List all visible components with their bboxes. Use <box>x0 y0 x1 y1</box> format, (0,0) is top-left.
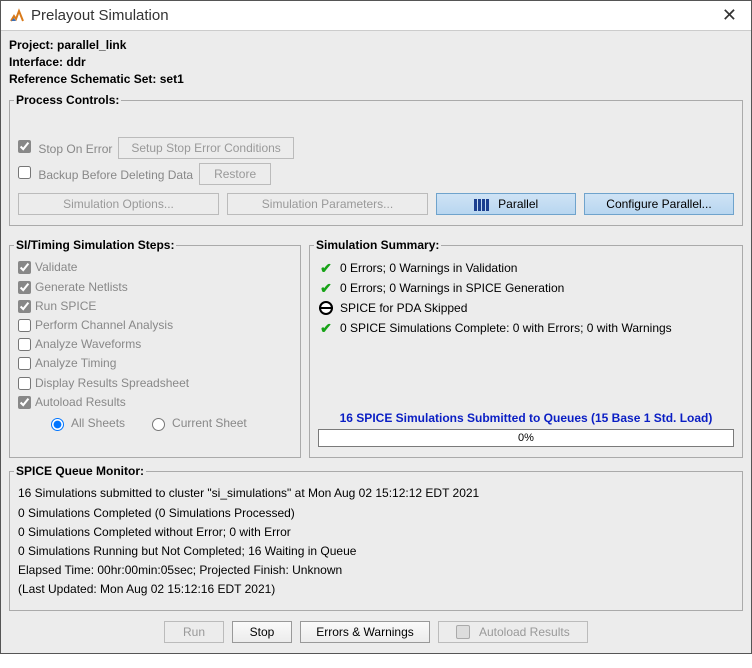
perform-channel-analysis-checkbox[interactable] <box>18 319 31 332</box>
progress-text: 0% <box>518 432 534 444</box>
validate-checkbox[interactable] <box>18 261 31 274</box>
analyze-timing-label: Analyze Timing <box>35 354 116 373</box>
interface-line: Interface: ddr <box>9 54 743 71</box>
generate-netlists-checkbox[interactable] <box>18 281 31 294</box>
autoload-results-checkbox[interactable] <box>18 396 31 409</box>
run-spice-option[interactable]: Run SPICE <box>18 297 292 316</box>
run-spice-label: Run SPICE <box>35 297 96 316</box>
submit-note: 16 SPICE Simulations Submitted to Queues… <box>318 411 734 425</box>
parallel-icon <box>474 199 489 211</box>
current-sheet-label: Current Sheet <box>172 414 247 433</box>
queue-line-2: 0 Simulations Completed (0 Simulations P… <box>18 504 734 523</box>
simulation-options-button[interactable]: Simulation Options... <box>18 193 219 215</box>
parallel-label: Parallel <box>498 197 538 211</box>
summary-group: Simulation Summary: ✔ 0 Errors; 0 Warning… <box>309 238 743 458</box>
footer-buttons: Run Stop Errors & Warnings Autoload Resu… <box>9 621 743 644</box>
autoload-results-button[interactable]: Autoload Results <box>438 621 588 644</box>
window-title: Prelayout Simulation <box>31 7 716 24</box>
queue-line-1: 16 Simulations submitted to cluster "si_… <box>18 484 734 503</box>
generate-netlists-label: Generate Netlists <box>35 278 128 297</box>
steps-group: SI/Timing Simulation Steps: Validate Gen… <box>9 238 301 458</box>
close-button[interactable]: ✕ <box>716 5 743 26</box>
analyze-waveforms-label: Analyze Waveforms <box>35 335 141 354</box>
queue-line-4: 0 Simulations Running but Not Completed;… <box>18 542 734 561</box>
progress-bar: 0% <box>318 429 734 447</box>
refset-label: Reference Schematic Set: <box>9 72 156 86</box>
queue-group: SPICE Queue Monitor: 16 Simulations subm… <box>9 464 743 610</box>
stop-button[interactable]: Stop <box>232 621 292 644</box>
current-sheet-radio[interactable] <box>152 418 165 431</box>
summary-line-1: ✔ 0 Errors; 0 Warnings in Validation <box>318 260 734 276</box>
interface-label: Interface: <box>9 55 63 69</box>
parallel-button[interactable]: Parallel <box>436 193 576 215</box>
all-sheets-label: All Sheets <box>71 414 125 433</box>
stop-on-error-option[interactable]: Stop On Error <box>18 140 112 156</box>
checkmark-icon: ✔ <box>318 280 334 296</box>
project-line: Project: parallel_link <box>9 37 743 54</box>
refset-value: set1 <box>160 72 184 86</box>
process-controls-legend: Process Controls: <box>14 93 121 107</box>
all-sheets-option[interactable]: All Sheets <box>46 414 125 433</box>
summary-legend: Simulation Summary: <box>314 238 441 252</box>
summary-text-3: SPICE for PDA Skipped <box>340 301 467 315</box>
validate-label: Validate <box>35 258 77 277</box>
refset-line: Reference Schematic Set: set1 <box>9 71 743 88</box>
display-results-label: Display Results Spreadsheet <box>35 374 189 393</box>
window-frame: Prelayout Simulation ✕ Project: parallel… <box>0 0 752 654</box>
stop-on-error-checkbox[interactable] <box>18 140 31 153</box>
analyze-timing-checkbox[interactable] <box>18 357 31 370</box>
titlebar: Prelayout Simulation ✕ <box>1 1 751 31</box>
analyze-timing-option[interactable]: Analyze Timing <box>18 354 292 373</box>
backup-before-delete-option[interactable]: Backup Before Deleting Data <box>18 166 193 182</box>
queue-line-5: Elapsed Time: 00hr:00min:05sec; Projecte… <box>18 561 734 580</box>
validate-option[interactable]: Validate <box>18 258 292 277</box>
summary-text-1: 0 Errors; 0 Warnings in Validation <box>340 261 517 275</box>
checkmark-icon: ✔ <box>318 320 334 336</box>
autoload-icon <box>456 625 470 639</box>
summary-line-4: ✔ 0 SPICE Simulations Complete: 0 with Er… <box>318 320 734 336</box>
restore-button[interactable]: Restore <box>199 163 271 185</box>
interface-value: ddr <box>66 55 85 69</box>
queue-line-3: 0 Simulations Completed without Error; 0… <box>18 523 734 542</box>
all-sheets-radio[interactable] <box>51 418 64 431</box>
simulation-parameters-button[interactable]: Simulation Parameters... <box>227 193 428 215</box>
checkmark-icon: ✔ <box>318 260 334 276</box>
stop-on-error-label: Stop On Error <box>38 142 112 156</box>
summary-text-4: 0 SPICE Simulations Complete: 0 with Err… <box>340 321 672 335</box>
client-area: Project: parallel_link Interface: ddr Re… <box>1 31 751 653</box>
autoload-results-option[interactable]: Autoload Results <box>18 393 292 412</box>
perform-channel-analysis-option[interactable]: Perform Channel Analysis <box>18 316 292 335</box>
autoload-results-label: Autoload Results <box>35 393 126 412</box>
errors-warnings-button[interactable]: Errors & Warnings <box>300 621 430 644</box>
analyze-waveforms-checkbox[interactable] <box>18 338 31 351</box>
setup-stop-error-button[interactable]: Setup Stop Error Conditions <box>118 137 293 159</box>
queue-line-6: (Last Updated: Mon Aug 02 15:12:16 EDT 2… <box>18 580 734 599</box>
generate-netlists-option[interactable]: Generate Netlists <box>18 278 292 297</box>
process-controls-group: Process Controls: Stop On Error Setup St… <box>9 93 743 226</box>
configure-parallel-button[interactable]: Configure Parallel... <box>584 193 734 215</box>
run-button[interactable]: Run <box>164 621 224 644</box>
display-results-option[interactable]: Display Results Spreadsheet <box>18 374 292 393</box>
display-results-checkbox[interactable] <box>18 377 31 390</box>
matlab-icon <box>9 8 25 24</box>
current-sheet-option[interactable]: Current Sheet <box>147 414 247 433</box>
run-spice-checkbox[interactable] <box>18 300 31 313</box>
steps-legend: SI/Timing Simulation Steps: <box>14 238 176 252</box>
skip-icon <box>318 300 334 316</box>
project-label: Project: <box>9 38 54 52</box>
backup-before-delete-checkbox[interactable] <box>18 166 31 179</box>
autoload-results-label: Autoload Results <box>479 625 570 639</box>
perform-channel-analysis-label: Perform Channel Analysis <box>35 316 173 335</box>
project-value: parallel_link <box>57 38 126 52</box>
analyze-waveforms-option[interactable]: Analyze Waveforms <box>18 335 292 354</box>
backup-before-delete-label: Backup Before Deleting Data <box>38 168 193 182</box>
summary-line-2: ✔ 0 Errors; 0 Warnings in SPICE Generatio… <box>318 280 734 296</box>
summary-text-2: 0 Errors; 0 Warnings in SPICE Generation <box>340 281 564 295</box>
queue-legend: SPICE Queue Monitor: <box>14 464 146 478</box>
summary-line-3: SPICE for PDA Skipped <box>318 300 734 316</box>
